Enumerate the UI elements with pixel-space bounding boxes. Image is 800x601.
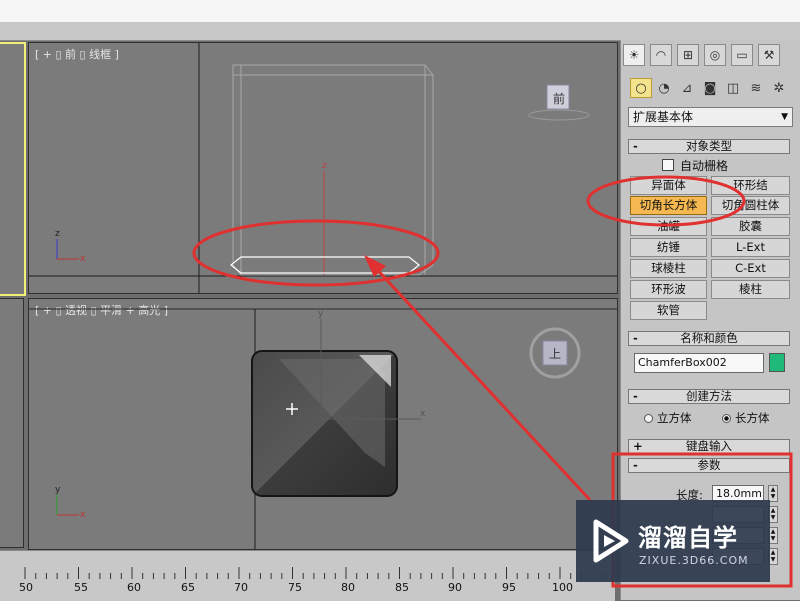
object-color-swatch[interactable]	[769, 353, 785, 372]
ruler-tick: 55	[74, 581, 88, 594]
persp-gizmo-y: y	[55, 485, 61, 495]
hammer-icon[interactable]: ⚒	[758, 44, 780, 66]
perspective-viewport-canvas	[29, 308, 617, 549]
autogrid-checkbox[interactable]: 自动栅格	[662, 157, 728, 174]
helper-icon[interactable]: ◫	[722, 78, 744, 98]
ruler-tick: 95	[502, 581, 516, 594]
front-viewport[interactable]: [ + ▯ 前 ▯ 线框 ] z 前 z x	[28, 42, 618, 294]
collapse-icon: -	[633, 331, 638, 345]
play-logo-icon	[593, 519, 629, 563]
rollout-creation-method[interactable]: - 创建方法	[628, 389, 790, 404]
motion-icon[interactable]: ◎	[704, 44, 726, 66]
radio-dot	[644, 414, 653, 423]
collapse-icon: -	[633, 458, 638, 472]
top-strip	[0, 0, 800, 22]
light-icon[interactable]: ⊿	[676, 78, 698, 98]
watermark-brand: 溜溜自学	[638, 524, 738, 552]
btn-prism[interactable]: 棱柱	[711, 280, 790, 299]
ruler-tick: 50	[19, 581, 33, 594]
btn-ringwave[interactable]: 环形波	[630, 280, 707, 299]
btn-torus-knot[interactable]: 环形结	[711, 176, 790, 195]
btn-capsule[interactable]: 胶囊	[711, 217, 790, 236]
persp-viewcube-label[interactable]: 上	[549, 345, 561, 362]
left-viewport-bottom[interactable]	[0, 298, 24, 548]
radio-box-label: 长方体	[735, 411, 770, 425]
rollout-object-type-title: 对象类型	[686, 139, 732, 153]
persp-x-axis-label: x	[420, 409, 426, 419]
systems-icon[interactable]: ✲	[768, 78, 790, 98]
rollout-object-type[interactable]: - 对象类型	[628, 139, 790, 154]
watermark: 溜溜自学 ZIXUE.3D66.COM	[576, 500, 770, 582]
radio-cube-label: 立方体	[657, 411, 692, 425]
chevron-down-icon: ▼	[781, 112, 788, 122]
front-gizmo-x: x	[80, 254, 86, 264]
btn-c-ext[interactable]: C-Ext	[711, 259, 790, 278]
btn-chamfer-box[interactable]: 切角长方体	[630, 196, 707, 215]
ruler-tick: 75	[288, 581, 302, 594]
collapse-icon: -	[633, 139, 638, 153]
ruler-ticks	[24, 567, 604, 579]
spacewarp-icon[interactable]: ≋	[745, 78, 767, 98]
front-viewcube-label[interactable]: 前	[553, 90, 565, 107]
ruler-tick: 80	[341, 581, 355, 594]
persp-y-axis-label: y	[318, 309, 324, 319]
expand-icon: +	[633, 439, 643, 453]
category-dropdown-value: 扩展基本体	[633, 110, 694, 124]
checkbox-box	[662, 159, 674, 171]
radio-dot-selected	[722, 414, 731, 423]
btn-gengon[interactable]: 球棱柱	[630, 259, 707, 278]
sun-icon[interactable]: ☀	[623, 44, 645, 66]
rollout-creation-method-title: 创建方法	[686, 389, 732, 403]
watermark-url: ZIXUE.3D66.COM	[639, 554, 749, 567]
sphere-icon[interactable]: ○	[630, 78, 652, 98]
autogrid-label: 自动栅格	[680, 159, 729, 173]
rollout-parameters[interactable]: - 参数	[628, 458, 790, 473]
btn-chamfer-cyl[interactable]: 切角圆柱体	[711, 196, 790, 215]
ruler-tick: 100	[552, 581, 573, 594]
rollout-keyboard-entry-title: 键盘输入	[686, 439, 732, 453]
btn-oil-tank[interactable]: 油罐	[630, 217, 707, 236]
rollout-parameters-title: 参数	[697, 458, 721, 472]
front-z-axis-label: z	[322, 161, 327, 171]
category-dropdown[interactable]: 扩展基本体 ▼	[628, 107, 793, 127]
hierarchy-icon[interactable]: ⊞	[677, 44, 699, 66]
perspective-viewport[interactable]: [ + ▯ 透视 ▯ 平滑 + 高光 ] y x 上 y x	[28, 298, 618, 550]
radio-box[interactable]: 长方体	[722, 410, 770, 426]
rollout-keyboard-entry[interactable]: + 键盘输入	[628, 439, 790, 454]
radio-cube[interactable]: 立方体	[644, 410, 692, 426]
ruler-tick: 65	[181, 581, 195, 594]
camera-icon[interactable]: ◙	[699, 78, 721, 98]
toolbar-strip	[0, 22, 800, 41]
collapse-icon: -	[633, 389, 638, 403]
ruler-tick: 90	[448, 581, 462, 594]
ruler-tick: 85	[395, 581, 409, 594]
btn-spindle[interactable]: 纺锤	[630, 238, 707, 257]
shapes-icon[interactable]: ◔	[653, 78, 675, 98]
persp-gizmo-x: x	[80, 510, 86, 520]
btn-l-ext[interactable]: L-Ext	[711, 238, 790, 257]
left-viewport-top-active[interactable]	[0, 42, 26, 296]
object-name-field[interactable]: ChamferBox002	[634, 353, 764, 373]
btn-hose[interactable]: 软管	[630, 301, 707, 320]
arc-icon[interactable]: ◠	[650, 44, 672, 66]
rollout-name-color-title: 名称和颜色	[680, 331, 738, 345]
timeline-ruler[interactable]: 50 55 60 65 70 75 80 85 90 95 100	[0, 550, 615, 601]
btn-hedra[interactable]: 异面体	[630, 176, 707, 195]
ruler-tick: 70	[234, 581, 248, 594]
display-icon[interactable]: ▭	[731, 44, 753, 66]
rollout-name-color[interactable]: - 名称和颜色	[628, 331, 790, 346]
ruler-tick: 60	[127, 581, 141, 594]
front-gizmo-z: z	[55, 229, 60, 239]
